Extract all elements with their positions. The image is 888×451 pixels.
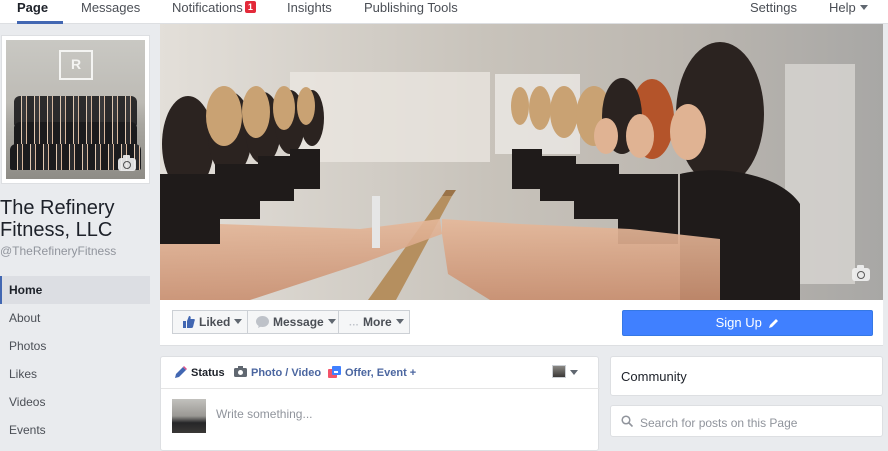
write-something-input[interactable]: Write something... — [216, 407, 312, 421]
ellipsis-icon: ··· — [349, 320, 359, 331]
sidebar-item-videos[interactable]: Videos — [0, 388, 150, 416]
tab-page[interactable]: Page — [17, 0, 63, 24]
avatar — [172, 399, 206, 433]
sidebar-item-likes[interactable]: Likes — [0, 360, 150, 388]
cover-photo[interactable] — [160, 24, 883, 300]
sign-up-label: Sign Up — [715, 315, 762, 330]
settings-link[interactable]: Settings — [750, 0, 797, 24]
brand-logo-text: R — [70, 56, 82, 72]
pencil-icon — [769, 319, 779, 328]
posting-as-avatar[interactable] — [552, 365, 566, 378]
sidebar-item-home[interactable]: Home — [0, 276, 150, 304]
message-label: Message — [273, 315, 324, 329]
camera-icon — [234, 366, 247, 377]
tab-notifications-label: Notifications — [172, 0, 243, 15]
camera-icon[interactable] — [118, 155, 136, 171]
community-card[interactable]: Community — [610, 356, 883, 396]
composer-tab-offer-event[interactable]: Offer, Event + — [328, 366, 416, 379]
thumbs-up-icon — [183, 316, 195, 328]
message-button[interactable]: Message — [247, 310, 339, 334]
page-title: The Refinery Fitness, LLC — [0, 197, 115, 241]
page-admin-nav: Page Messages Notifications 1 Insights Pu… — [0, 0, 888, 24]
profile-picture-frame[interactable]: R — [1, 35, 150, 184]
composer-tab-status[interactable]: Status — [175, 366, 225, 379]
sidebar-item-photos[interactable]: Photos — [0, 332, 150, 360]
more-button[interactable]: ··· More — [338, 310, 410, 334]
more-label: More — [363, 315, 392, 329]
page-action-bar: Liked Message ··· More Sign Up — [160, 300, 883, 346]
composer-tabs: Status Photo / Video Offer, Event + — [161, 357, 600, 389]
liked-label: Liked — [199, 315, 231, 329]
notification-count-badge: 1 — [244, 1, 256, 13]
chevron-down-icon — [234, 319, 243, 324]
tab-notifications[interactable]: Notifications 1 — [172, 0, 256, 24]
pencil-icon — [175, 366, 187, 378]
cover-photo-scene — [160, 24, 883, 300]
community-heading: Community — [621, 369, 687, 384]
composer-tab-status-label: Status — [191, 367, 225, 379]
chevron-down-icon — [327, 319, 336, 324]
help-label: Help — [829, 0, 856, 15]
search-icon — [621, 415, 633, 427]
sidebar-item-events[interactable]: Events — [0, 416, 150, 444]
page-username[interactable]: @TheRefineryFitness — [0, 244, 116, 258]
liked-button[interactable]: Liked — [172, 310, 248, 334]
chevron-down-icon — [395, 319, 404, 324]
post-composer: Status Photo / Video Offer, Event + Writ… — [160, 356, 600, 451]
page-sidebar-nav: Home About Photos Likes Videos Events — [0, 276, 150, 444]
chevron-down-icon[interactable] — [570, 370, 578, 375]
profile-photo: R — [6, 40, 145, 179]
brand-logo: R — [59, 50, 93, 80]
sidebar-item-about[interactable]: About — [0, 304, 150, 332]
tab-publishing-tools[interactable]: Publishing Tools — [364, 0, 458, 24]
tab-messages[interactable]: Messages — [81, 0, 140, 24]
sign-up-button[interactable]: Sign Up — [622, 310, 873, 336]
help-menu[interactable]: Help — [829, 0, 868, 24]
page-post-search[interactable]: Search for posts on this Page — [610, 405, 883, 437]
chevron-down-icon — [859, 5, 868, 10]
composer-tab-photo-video[interactable]: Photo / Video — [234, 366, 321, 379]
offer-tag-icon — [328, 366, 341, 378]
cover-camera-icon[interactable] — [852, 265, 870, 281]
composer-tab-offer-event-label: Offer, Event + — [345, 367, 417, 379]
composer-tab-photo-video-label: Photo / Video — [251, 367, 322, 379]
message-bubble-icon — [256, 316, 269, 328]
search-input[interactable]: Search for posts on this Page — [640, 416, 797, 430]
tab-insights[interactable]: Insights — [287, 0, 332, 24]
